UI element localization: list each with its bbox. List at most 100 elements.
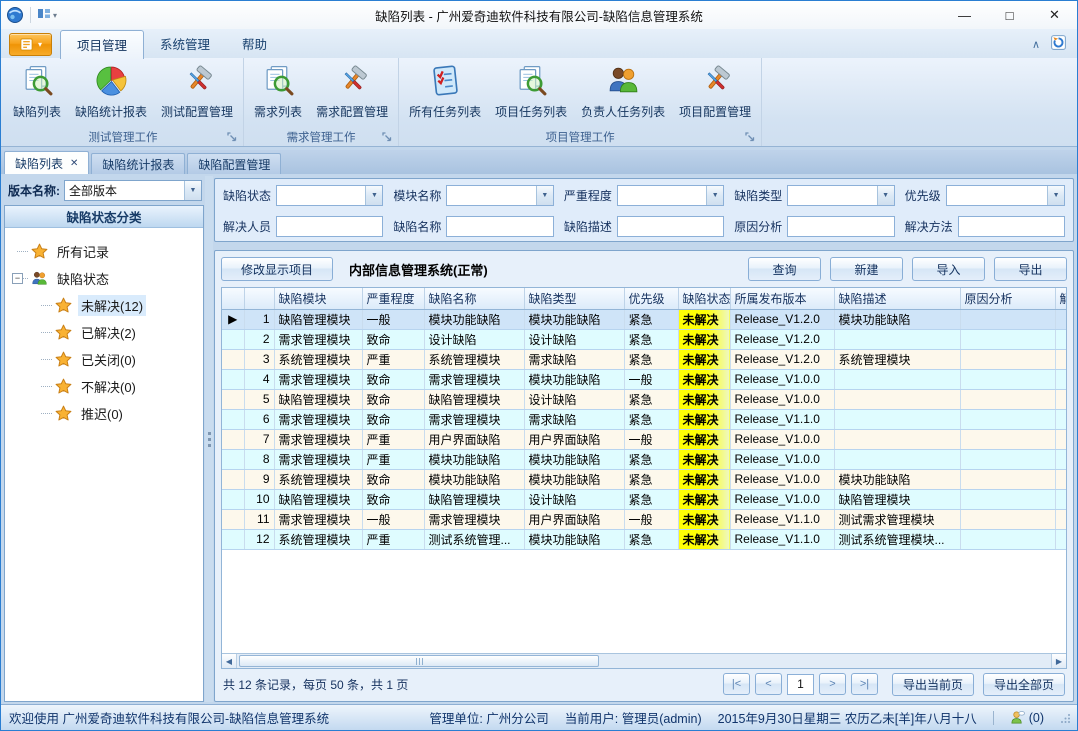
cell-desc[interactable]: [834, 369, 960, 389]
cell-name[interactable]: 需求管理模块: [424, 509, 524, 529]
cell-severity[interactable]: 致命: [362, 389, 424, 409]
cell-cause[interactable]: [960, 389, 1055, 409]
combo-arrow-icon[interactable]: ▼: [536, 186, 553, 205]
tree-item-1[interactable]: −缺陷状态: [5, 265, 203, 292]
cell-status[interactable]: 未解决: [678, 509, 730, 529]
ribbon-button-0-1[interactable]: 缺陷统计报表: [68, 60, 154, 122]
page-number-input[interactable]: [787, 674, 814, 695]
column-header-9[interactable]: 解决方法: [1055, 288, 1066, 309]
cell-priority[interactable]: 紧急: [624, 349, 678, 369]
row-number-cell[interactable]: 12: [244, 529, 274, 549]
cell-severity[interactable]: 一般: [362, 509, 424, 529]
new-button[interactable]: 新建: [830, 257, 903, 281]
pager-first-button[interactable]: |<: [723, 673, 750, 695]
tree-item-0[interactable]: 所有记录: [5, 238, 203, 265]
row-number-cell[interactable]: 2: [244, 329, 274, 349]
cell-module[interactable]: 系统管理模块: [274, 529, 362, 549]
cell-module[interactable]: 需求管理模块: [274, 509, 362, 529]
ribbon-tab-0[interactable]: 项目管理: [60, 30, 144, 59]
cell-severity[interactable]: 一般: [362, 309, 424, 329]
cell-solution[interactable]: [1055, 509, 1066, 529]
cell-name[interactable]: 设计缺陷: [424, 329, 524, 349]
row-marker-cell[interactable]: [222, 369, 244, 389]
filter-combobox-0-2[interactable]: ▼: [617, 185, 724, 206]
cell-module[interactable]: 缺陷管理模块: [274, 309, 362, 329]
tree-item-4[interactable]: 已关闭(0): [5, 346, 203, 373]
dialog-launcher-icon[interactable]: [382, 132, 392, 142]
doc-tab-0[interactable]: 缺陷列表✕: [4, 151, 89, 174]
column-header-1[interactable]: 严重程度: [362, 288, 424, 309]
cell-severity[interactable]: 致命: [362, 489, 424, 509]
cell-severity[interactable]: 致命: [362, 369, 424, 389]
cell-release[interactable]: Release_V1.0.0: [730, 389, 834, 409]
cell-type[interactable]: 模块功能缺陷: [524, 469, 624, 489]
version-combobox[interactable]: 全部版本 ▼: [64, 180, 202, 201]
cell-status[interactable]: 未解决: [678, 489, 730, 509]
cell-status[interactable]: 未解决: [678, 469, 730, 489]
cell-priority[interactable]: 紧急: [624, 389, 678, 409]
import-button[interactable]: 导入: [912, 257, 985, 281]
cell-name[interactable]: 测试系统管理...: [424, 529, 524, 549]
cell-cause[interactable]: [960, 329, 1055, 349]
help-sync-icon[interactable]: [1050, 34, 1067, 54]
row-number-cell[interactable]: 7: [244, 429, 274, 449]
table-row[interactable]: 8需求管理模块严重模块功能缺陷模块功能缺陷紧急未解决Release_V1.0.0: [222, 449, 1066, 469]
export-button[interactable]: 导出: [994, 257, 1067, 281]
cell-priority[interactable]: 紧急: [624, 529, 678, 549]
cell-status[interactable]: 未解决: [678, 309, 730, 329]
cell-release[interactable]: Release_V1.2.0: [730, 309, 834, 329]
message-indicator[interactable]: (0): [1010, 710, 1044, 725]
cell-priority[interactable]: 一般: [624, 509, 678, 529]
ribbon-button-2-2[interactable]: 负责人任务列表: [574, 60, 672, 122]
pager-next-button[interactable]: >: [819, 673, 846, 695]
cell-name[interactable]: 系统管理模块: [424, 349, 524, 369]
ribbon-tab-1[interactable]: 系统管理: [144, 30, 226, 58]
column-header-6[interactable]: 所属发布版本: [730, 288, 834, 309]
ribbon-button-0-2[interactable]: 测试配置管理: [154, 60, 240, 122]
tree-item-6[interactable]: 推迟(0): [5, 400, 203, 427]
cell-release[interactable]: Release_V1.1.0: [730, 409, 834, 429]
table-row[interactable]: ▶1缺陷管理模块一般模块功能缺陷模块功能缺陷紧急未解决Release_V1.2.…: [222, 309, 1066, 329]
cell-type[interactable]: 模块功能缺陷: [524, 449, 624, 469]
cell-solution[interactable]: [1055, 529, 1066, 549]
cell-cause[interactable]: [960, 529, 1055, 549]
table-row[interactable]: 9系统管理模块致命模块功能缺陷模块功能缺陷紧急未解决Release_V1.0.0…: [222, 469, 1066, 489]
scrollbar-thumb[interactable]: [239, 655, 599, 667]
cell-solution[interactable]: [1055, 329, 1066, 349]
cell-desc[interactable]: 测试需求管理模块: [834, 509, 960, 529]
minimize-button[interactable]: —: [942, 1, 987, 29]
filter-combobox-0-4[interactable]: ▼: [946, 185, 1065, 206]
cell-type[interactable]: 模块功能缺陷: [524, 369, 624, 389]
dialog-launcher-icon[interactable]: [745, 132, 755, 142]
filter-combobox-0-0[interactable]: ▼: [276, 185, 383, 206]
cell-desc[interactable]: [834, 449, 960, 469]
cell-module[interactable]: 系统管理模块: [274, 469, 362, 489]
column-header-5[interactable]: 缺陷状态: [678, 288, 730, 309]
cell-desc[interactable]: 缺陷管理模块: [834, 489, 960, 509]
cell-severity[interactable]: 致命: [362, 469, 424, 489]
scroll-left-icon[interactable]: ◀: [222, 654, 237, 668]
cell-solution[interactable]: [1055, 489, 1066, 509]
ribbon-button-0-0[interactable]: 缺陷列表: [6, 60, 68, 122]
cell-name[interactable]: 模块功能缺陷: [424, 469, 524, 489]
cell-severity[interactable]: 严重: [362, 449, 424, 469]
row-marker-cell[interactable]: ▶: [222, 309, 244, 329]
cell-cause[interactable]: [960, 369, 1055, 389]
tree-item-3[interactable]: 已解决(2): [5, 319, 203, 346]
filter-input-1-3[interactable]: [787, 216, 894, 237]
row-marker-cell[interactable]: [222, 449, 244, 469]
cell-name[interactable]: 缺陷管理模块: [424, 489, 524, 509]
ribbon-collapse-icon[interactable]: ∧: [1032, 38, 1040, 51]
cell-release[interactable]: Release_V1.0.0: [730, 489, 834, 509]
cell-status[interactable]: 未解决: [678, 429, 730, 449]
cell-type[interactable]: 设计缺陷: [524, 389, 624, 409]
filter-input-1-2[interactable]: [617, 216, 724, 237]
cell-solution[interactable]: [1055, 469, 1066, 489]
layout-grid-icon[interactable]: ▾: [37, 8, 57, 22]
row-number-cell[interactable]: 6: [244, 409, 274, 429]
cell-solution[interactable]: [1055, 429, 1066, 449]
cell-status[interactable]: 未解决: [678, 389, 730, 409]
cell-desc[interactable]: 模块功能缺陷: [834, 469, 960, 489]
cell-desc[interactable]: [834, 409, 960, 429]
tree-item-2[interactable]: 未解决(12): [5, 292, 203, 319]
